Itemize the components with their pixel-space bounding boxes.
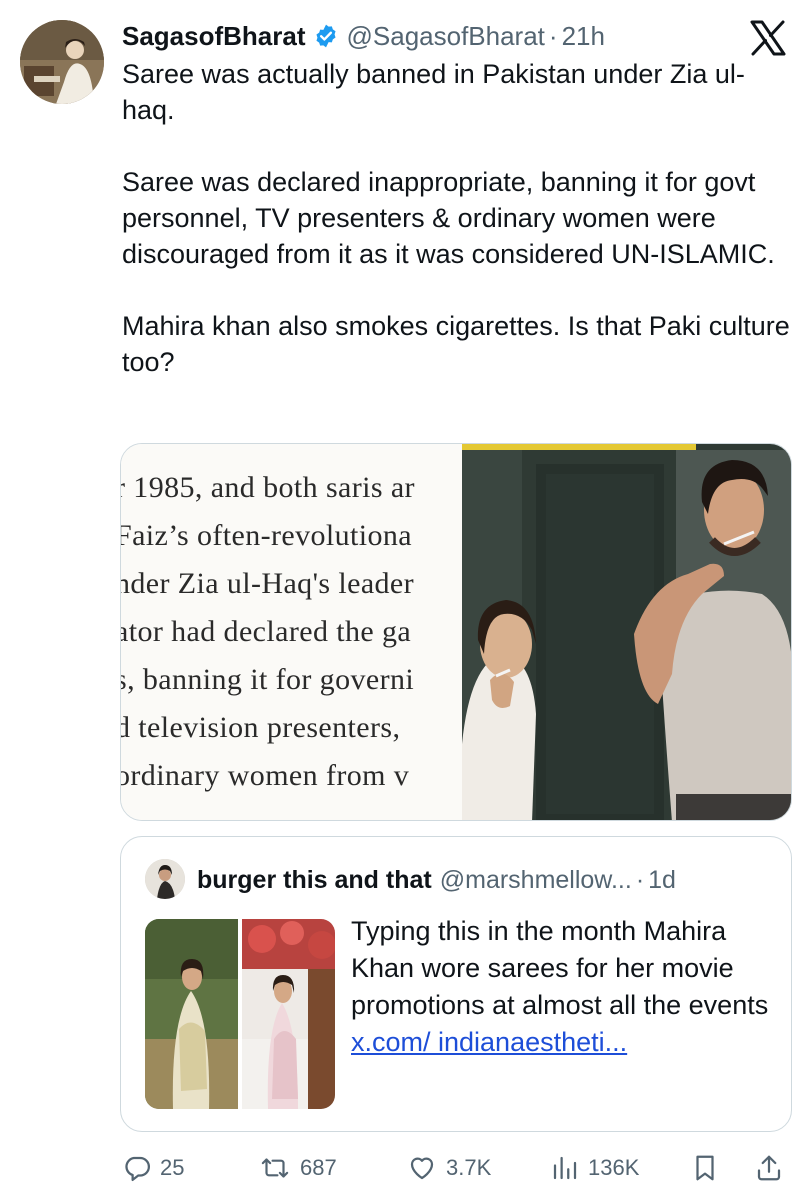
- quoted-photo-saree-garden: [145, 919, 238, 1109]
- tweet-action-bar: 25 687 3.7K 136K: [120, 1148, 792, 1188]
- article-screenshot: r 1985, and both saris ar Faiz’s often-r…: [121, 444, 462, 820]
- quoted-tweet-media[interactable]: [145, 919, 335, 1109]
- article-line: s, banning it for governi: [121, 663, 415, 696]
- article-line: Faiz’s often-revolutiona: [121, 519, 413, 552]
- views-icon: [550, 1153, 580, 1183]
- views-button[interactable]: 136K: [550, 1148, 639, 1188]
- tweet-header: SagasofBharat @SagasofBharat · 21h: [122, 16, 605, 56]
- share-button[interactable]: [754, 1148, 784, 1188]
- bookmark-button[interactable]: [690, 1148, 720, 1188]
- tweet-paragraph: Saree was declared inappropriate, bannin…: [122, 167, 775, 269]
- author-handle[interactable]: @SagasofBharat: [347, 21, 545, 52]
- quoted-tweet-link[interactable]: x.com/ indianaestheti...: [351, 1027, 627, 1057]
- quoted-tweet-text: Typing this in the month Mahira Khan wor…: [351, 913, 771, 1061]
- repost-count: 687: [300, 1155, 337, 1180]
- quoted-tweet-body: Typing this in the month Mahira Khan wor…: [351, 916, 769, 1020]
- article-line: d television presenters,: [121, 711, 401, 744]
- share-icon: [754, 1152, 784, 1184]
- header-separator: ·: [548, 20, 558, 51]
- quoted-header-separator: ·: [635, 865, 645, 894]
- article-line: r 1985, and both saris ar: [121, 471, 415, 504]
- reply-button[interactable]: 25: [122, 1148, 184, 1188]
- article-line: ator had declared the ga: [121, 615, 412, 648]
- tweet-paragraph: Saree was actually banned in Pakistan un…: [122, 59, 745, 125]
- tweet-timestamp[interactable]: 21h: [562, 21, 605, 52]
- quoted-tweet[interactable]: burger this and that @marshmellow... · 1…: [120, 836, 792, 1132]
- bookmark-icon: [690, 1152, 720, 1184]
- views-count: 136K: [588, 1155, 640, 1180]
- quoted-photo-saree-flowers: [242, 919, 335, 1109]
- heart-icon: [406, 1153, 438, 1183]
- article-line: ordinary women from v: [121, 759, 410, 792]
- quoted-tweet-header: burger this and that @marshmellow... · 1…: [197, 863, 676, 897]
- reply-icon: [122, 1153, 152, 1183]
- reply-count: 25: [160, 1155, 185, 1180]
- photo-people-smoking: [462, 444, 791, 820]
- author-display-name[interactable]: SagasofBharat: [122, 21, 306, 52]
- tweet-paragraph: Mahira khan also smokes cigarettes. Is t…: [122, 311, 790, 377]
- verified-badge-icon: [313, 23, 339, 49]
- repost-icon: [258, 1153, 292, 1183]
- like-button[interactable]: 3.7K: [406, 1148, 491, 1188]
- author-avatar[interactable]: [20, 20, 104, 104]
- quoted-author-display-name[interactable]: burger this and that: [197, 866, 432, 895]
- quoted-author-handle[interactable]: @marshmellow...: [440, 866, 632, 895]
- quoted-author-avatar[interactable]: [145, 859, 185, 899]
- article-line: nder Zia ul-Haq's leader: [121, 567, 415, 600]
- repost-button[interactable]: 687: [258, 1148, 337, 1188]
- tweet-media[interactable]: r 1985, and both saris ar Faiz’s often-r…: [120, 443, 792, 821]
- x-logo-icon[interactable]: [748, 18, 788, 58]
- tweet-text: Saree was actually banned in Pakistan un…: [122, 56, 792, 380]
- like-count: 3.7K: [446, 1155, 492, 1180]
- quoted-tweet-timestamp[interactable]: 1d: [648, 866, 676, 895]
